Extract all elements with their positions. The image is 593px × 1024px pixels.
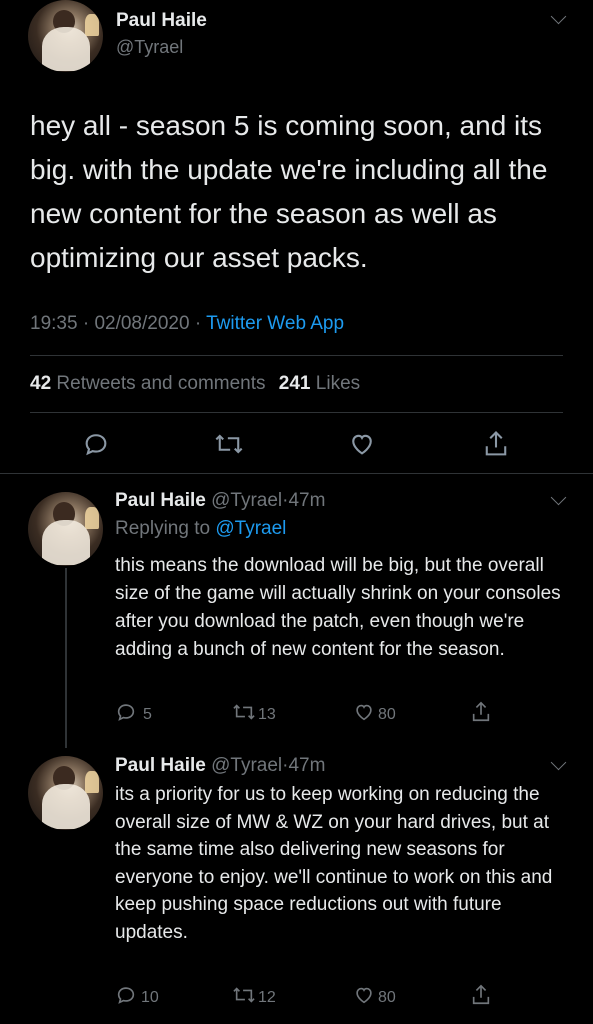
tweet-text: hey all - season 5 is coming soon, and i… (30, 110, 548, 273)
like-button[interactable]: 80 (352, 701, 396, 728)
reply-icon (115, 701, 137, 728)
avatar[interactable] (28, 756, 103, 830)
like-icon (352, 984, 376, 1011)
tweet-stats: 42 Retweets and comments 241 Likes (30, 373, 360, 395)
reply-text: its a priority for us to keep working on… (115, 784, 553, 943)
reply-button[interactable]: 10 (115, 984, 159, 1011)
retweet-button[interactable]: 12 (232, 984, 276, 1011)
separator: · (82, 313, 90, 334)
author-name[interactable]: Paul Haile (116, 10, 207, 32)
reply-button[interactable]: 5 (115, 701, 152, 728)
like-button[interactable]: 80 (352, 984, 396, 1011)
share-button[interactable] (470, 700, 492, 729)
tweet-source-link[interactable]: Twitter Web App (206, 313, 344, 334)
reply-icon[interactable] (82, 430, 110, 458)
replying-to-label: Replying to (115, 518, 211, 539)
reply-count: 10 (141, 988, 159, 1006)
like-icon[interactable] (347, 430, 377, 458)
chevron-down-icon[interactable] (550, 754, 567, 771)
avatar[interactable] (28, 0, 103, 72)
author-name[interactable]: Paul Haile (115, 755, 206, 776)
reply-header: Paul Haile @Tyrael·47m (115, 490, 325, 512)
retweet-icon (232, 984, 256, 1011)
retweet-button[interactable]: 13 (232, 701, 276, 728)
reply-header: Paul Haile @Tyrael·47m (115, 755, 325, 777)
tweet-date: 02/08/2020 (94, 313, 190, 334)
separator: · (194, 313, 202, 334)
likes-count: 241 (278, 373, 311, 394)
tweet-age: 47m (288, 490, 326, 511)
share-icon[interactable] (482, 429, 510, 459)
thread-line (65, 568, 67, 748)
chevron-down-icon[interactable] (550, 8, 567, 25)
share-icon (470, 983, 492, 1012)
tweet-time: 19:35 (30, 313, 78, 334)
author-handle[interactable]: @Tyrael (211, 755, 282, 776)
retweets-stat[interactable]: 42 Retweets and comments (30, 373, 271, 394)
retweet-icon (232, 701, 256, 728)
reply-text: this means the download will be big, but… (115, 555, 561, 660)
retweets-count: 42 (30, 373, 52, 394)
share-button[interactable] (470, 983, 492, 1012)
like-count: 80 (378, 988, 396, 1006)
likes-stat[interactable]: 241 Likes (279, 373, 360, 394)
author-name[interactable]: Paul Haile (115, 490, 206, 511)
tweet-age: 47m (288, 755, 326, 776)
retweets-label: Retweets and comments (56, 373, 266, 394)
reply-icon (115, 984, 137, 1011)
author-handle[interactable]: @Tyrael (211, 490, 282, 511)
retweet-icon[interactable] (214, 430, 244, 458)
share-icon (470, 700, 492, 729)
avatar[interactable] (28, 492, 103, 566)
retweet-count: 12 (258, 988, 276, 1006)
retweet-count: 13 (258, 705, 276, 723)
divider (30, 355, 563, 356)
chevron-down-icon[interactable] (550, 489, 567, 506)
author-handle[interactable]: @Tyrael (116, 37, 183, 58)
divider (0, 473, 593, 474)
like-icon (352, 701, 376, 728)
likes-label: Likes (315, 373, 361, 394)
divider (30, 412, 563, 413)
reply-count: 5 (143, 705, 152, 723)
tweet-meta: 19:35 · 02/08/2020 · Twitter Web App (30, 313, 344, 335)
replying-to-handle[interactable]: @Tyrael (215, 518, 286, 539)
replying-to: Replying to @Tyrael (115, 518, 286, 540)
like-count: 80 (378, 705, 396, 723)
